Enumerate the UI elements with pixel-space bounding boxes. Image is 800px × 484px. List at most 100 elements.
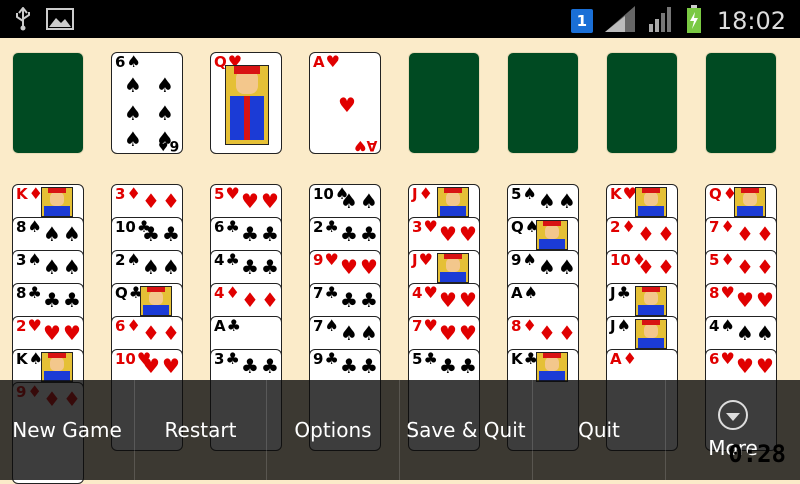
card-rank: 2 <box>610 218 621 236</box>
card-corner: 5♦ <box>709 252 735 268</box>
card-rank: 10 <box>115 350 136 368</box>
top-card[interactable]: 6♠ ♠ ♠ ♠ ♠ ♠ ♠ 6♠ <box>111 52 183 154</box>
free-cell[interactable] <box>12 52 84 154</box>
suit-pip-icon: ♣ <box>241 354 259 378</box>
suit-pip-icon: ♥ <box>162 354 180 378</box>
status-bar: 1 18:02 <box>0 0 800 38</box>
top-card[interactable]: A♥ ♥ A♥ <box>309 52 381 154</box>
card-suit: ♥ <box>27 316 42 335</box>
suit-pip-icon: ♠ <box>340 189 358 213</box>
card-corner: 4♦ <box>214 285 240 301</box>
suit-pip-icon: ♣ <box>63 288 81 312</box>
foundation-slot[interactable] <box>408 52 480 154</box>
suit-pip-icon: ♥ <box>340 255 358 279</box>
suit-pip-icon: ♠ <box>156 73 174 97</box>
suit-pip-icon: ♠ <box>124 73 142 97</box>
card-rank: J <box>610 317 616 335</box>
face-card-art <box>41 352 73 382</box>
suit-pip-icon: ♠ <box>63 222 81 246</box>
card-corner: 6♦ <box>115 318 141 334</box>
card-rank: K <box>16 185 28 203</box>
card-suit: ♠ <box>126 250 141 269</box>
suit-pip-icon: ♦ <box>142 321 160 345</box>
suit-pip-icon: ♠ <box>124 127 142 151</box>
suit-pip-icon: ♥ <box>439 222 457 246</box>
signal-icon <box>603 4 637 38</box>
save-quit-button[interactable]: Save & Quit <box>400 380 533 480</box>
card-corner: K♥ <box>610 186 637 202</box>
card-rank: 8 <box>511 317 522 335</box>
game-timer: 0:28 <box>728 440 786 468</box>
card-corner: 8♥ <box>709 285 735 301</box>
card-rank: 2 <box>313 218 324 236</box>
suit-pip-icon: ♦ <box>162 189 180 213</box>
card-rank: 9 <box>511 251 522 269</box>
suit-pip-icon: ♠ <box>43 255 61 279</box>
restart-button[interactable]: Restart <box>135 380 267 480</box>
card-rank: 6 <box>115 317 126 335</box>
save-quit-label: Save & Quit <box>406 418 526 442</box>
suit-pip-icon: ♣ <box>360 222 378 246</box>
card-suit: ♣ <box>616 283 631 302</box>
card-rank: 10 <box>313 185 334 203</box>
card-suit: ♦ <box>720 217 735 236</box>
suit-pip-icon: ♥ <box>142 354 160 378</box>
card-rank: 10 <box>610 251 631 269</box>
card-suit: ♣ <box>324 217 339 236</box>
suit-pip-icon: ♥ <box>736 288 754 312</box>
card-rank: 7 <box>412 317 423 335</box>
card-corner: Q♦ <box>709 186 737 202</box>
face-card-art <box>536 220 568 250</box>
image-icon <box>46 7 74 35</box>
suit-pip-icon: ♥ <box>241 189 259 213</box>
foundation-slot[interactable] <box>507 52 579 154</box>
card-suit: ♦ <box>621 217 636 236</box>
suit-pip-icon: ♠ <box>124 101 142 125</box>
card-corner: K♠ <box>16 351 43 367</box>
suit-pip-icon: ♠ <box>360 321 378 345</box>
suit-pip-icon: ♦ <box>657 255 675 279</box>
suit-pip-icon: ♠ <box>736 321 754 345</box>
card-suit: ♥ <box>423 283 438 302</box>
card-corner: 4♠ <box>709 318 735 334</box>
card-corner: A♥ <box>313 54 340 70</box>
suit-pip-icon: ♥ <box>756 288 774 312</box>
card-rank: A <box>313 53 325 71</box>
suit-pip-icon: ♦ <box>736 255 754 279</box>
card-rank: 6 <box>214 218 225 236</box>
suit-pip-icon: ♦ <box>162 321 180 345</box>
card-suit: ♠ <box>522 184 537 203</box>
card-rank: 3 <box>214 350 225 368</box>
card-rank: J <box>412 251 418 269</box>
card-suit: ♠ <box>616 316 631 335</box>
suit-pip-icon: ♣ <box>43 288 61 312</box>
card-rank: J <box>412 185 418 203</box>
card-corner: 2♦ <box>610 219 636 235</box>
new-game-button[interactable]: New Game <box>0 380 135 480</box>
options-button[interactable]: Options <box>267 380 400 480</box>
suit-pip-icon: ♥ <box>736 354 754 378</box>
card-rank: Q <box>709 185 722 203</box>
card-rank: A <box>511 284 523 302</box>
card-corner: 6♣ <box>214 219 240 235</box>
card-corner: K♦ <box>16 186 43 202</box>
card-suit: ♦ <box>126 184 141 203</box>
card-corner: K♣ <box>511 351 538 367</box>
card-rank: K <box>511 350 523 368</box>
card-corner: 2♣ <box>313 219 339 235</box>
card-rank: 7 <box>709 218 720 236</box>
card-corner: 6♥ <box>709 351 735 367</box>
card-suit: ♦ <box>622 349 637 368</box>
foundation-slot[interactable] <box>606 52 678 154</box>
card-corner: 8♠ <box>16 219 42 235</box>
card-rank: Q <box>115 284 128 302</box>
card-rank: 9 <box>313 350 324 368</box>
suit-pip-icon: ♣ <box>360 354 378 378</box>
card-rank: 8 <box>16 218 27 236</box>
quit-button[interactable]: Quit <box>533 380 666 480</box>
suit-pip-icon: ♦ <box>637 222 655 246</box>
card-corner: J♥ <box>412 252 433 268</box>
top-card[interactable]: Q♥ <box>210 52 282 154</box>
card-rank: A <box>610 350 622 368</box>
foundation-slot[interactable] <box>705 52 777 154</box>
